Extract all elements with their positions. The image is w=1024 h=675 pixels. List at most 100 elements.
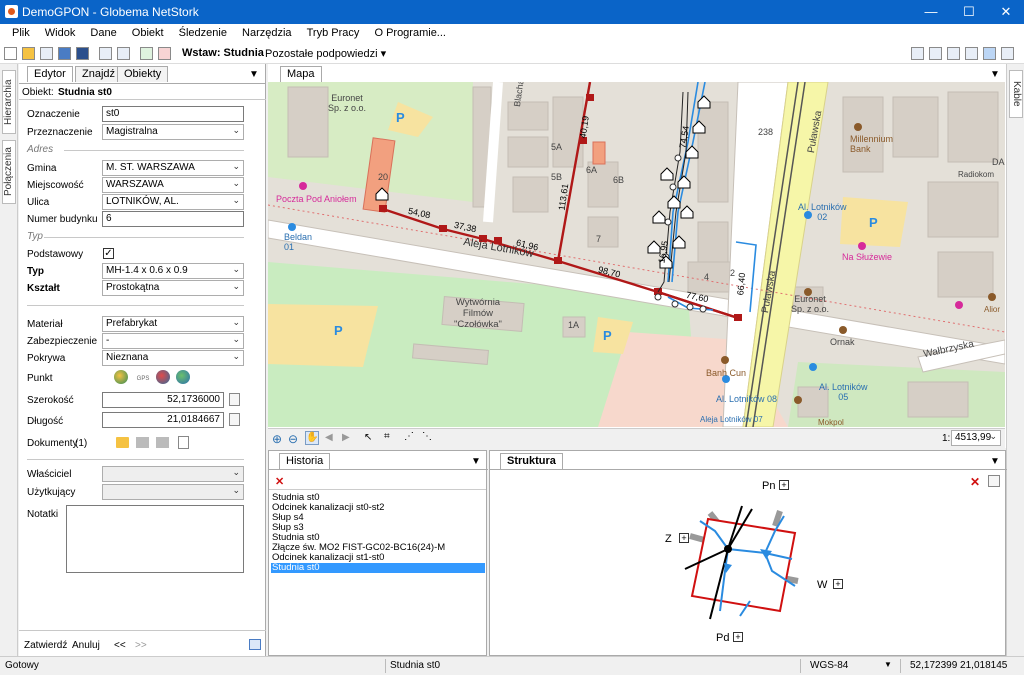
save-icon[interactable] (76, 47, 89, 60)
scale-select[interactable]: 4513,99 ⌄ (951, 430, 1001, 446)
minimize-button[interactable]: — (912, 0, 950, 24)
panel-layout-icon[interactable] (249, 639, 261, 650)
structure-menu-icon[interactable]: ▼ (990, 456, 1000, 467)
globe-clear-icon[interactable] (156, 370, 170, 384)
structure-preview-icon[interactable] (988, 475, 1000, 487)
menu-narzedzia[interactable]: Narzędzia (236, 24, 298, 39)
document-icon[interactable] (136, 437, 149, 448)
menu-dane[interactable]: Dane (84, 24, 122, 39)
next-button[interactable]: >> (135, 640, 147, 651)
hints-dropdown[interactable]: Pozostałe podpowiedzi ▾ (265, 47, 386, 60)
back-icon[interactable]: ◀ (325, 432, 333, 443)
panel-menu-icon[interactable]: ▼ (249, 69, 259, 80)
add-object-icon[interactable] (140, 47, 153, 60)
layout-icon-5[interactable] (983, 47, 996, 60)
expand-south-icon[interactable]: + (733, 632, 743, 642)
close-structure-icon[interactable]: ✕ (970, 475, 980, 489)
chevron-down-icon: ⌄ (232, 317, 240, 327)
gmina-select[interactable]: M. ST. WARSZAWA ⌄ (102, 160, 244, 176)
select-lasso-icon[interactable]: ⋱ (422, 431, 432, 442)
ksztalt-select[interactable]: Prostokątna ⌄ (102, 280, 244, 296)
podstawowy-checkbox[interactable]: ✓ (103, 248, 114, 259)
map-svg[interactable]: P P P P (268, 82, 1005, 427)
crs-dropdown-icon[interactable]: ▼ (884, 660, 892, 669)
clear-history-icon[interactable]: ✕ (275, 475, 284, 488)
copy-icon[interactable] (99, 47, 112, 60)
zoom-in-icon[interactable]: ⊕ (272, 432, 282, 446)
parking-p: P (396, 110, 405, 125)
zabezpieczenie-select[interactable]: - ⌄ (102, 333, 244, 349)
miejscowosc-select[interactable]: WARSZAWA ⌄ (102, 177, 244, 193)
chevron-down-icon: ⌄ (232, 125, 240, 135)
oznaczenie-field[interactable]: st0 (102, 106, 244, 122)
globe-map-icon[interactable] (176, 370, 190, 384)
add-document-icon[interactable] (178, 436, 189, 449)
dlugosc-field[interactable]: 21,0184667 (102, 412, 224, 428)
close-button[interactable]: ✕ (987, 0, 1024, 24)
tab-struktura[interactable]: Struktura (500, 453, 563, 469)
select-pointer-icon[interactable]: ↖ (364, 432, 372, 443)
paste-icon[interactable] (117, 47, 130, 60)
material-select[interactable]: Prefabrykat ⌄ (102, 316, 244, 332)
forward-icon[interactable]: ▶ (342, 432, 350, 443)
status-crs[interactable]: WGS-84 (810, 660, 848, 671)
uzytkujacy-select[interactable]: ⌄ (102, 484, 244, 500)
tab-obiekty[interactable]: Obiekty (117, 66, 169, 82)
delete-object-icon[interactable] (158, 47, 171, 60)
tab-polaczenia[interactable]: Połączenia (2, 140, 16, 204)
tab-historia[interactable]: Historia (279, 453, 331, 469)
menu-sledzenie[interactable]: Śledzenie (173, 24, 233, 39)
app-icon (5, 5, 18, 18)
ulica-select[interactable]: LOTNIKÓW, AL. ⌄ (102, 194, 244, 210)
map-menu-icon[interactable]: ▼ (990, 69, 1000, 80)
pan-hand-icon[interactable]: ✋ (305, 431, 319, 445)
pokrywa-select[interactable]: Nieznana ⌄ (102, 350, 244, 366)
tab-kable[interactable]: Kable (1009, 70, 1023, 118)
layout-icon-1[interactable] (911, 47, 924, 60)
copy-icon[interactable] (229, 413, 240, 426)
menu-plik[interactable]: Plik (6, 24, 36, 39)
tab-znajdz[interactable]: Znajdź (75, 66, 123, 82)
folder-open-icon[interactable] (116, 437, 129, 448)
numer-field[interactable]: 6 (102, 211, 244, 227)
menu-obiekt[interactable]: Obiekt (126, 24, 170, 39)
prev-button[interactable]: << (114, 640, 126, 651)
zoom-out-icon[interactable]: ⊖ (288, 432, 298, 446)
menu-tryb-pracy[interactable]: Tryb Pracy (301, 24, 366, 39)
notatki-field[interactable] (66, 505, 244, 573)
layout-icon-2[interactable] (929, 47, 942, 60)
zatwierdz-button[interactable]: Zatwierdź (24, 640, 67, 651)
map-canvas[interactable]: P P P P Euronet Sp. z o.o. Poczta Pod An… (268, 82, 1005, 427)
screen-icon[interactable] (58, 47, 71, 60)
layout-icon-3[interactable] (947, 47, 960, 60)
select-polygon-icon[interactable]: ⋰ (404, 431, 414, 442)
tab-hierarchia[interactable]: Hierarchia (2, 70, 16, 134)
tab-mapa[interactable]: Mapa (280, 66, 322, 82)
layout-icon-6[interactable] (1001, 47, 1014, 60)
open-folder-icon[interactable] (22, 47, 35, 60)
preview-icon[interactable] (40, 47, 53, 60)
select-area-icon[interactable]: ⌗ (384, 431, 390, 442)
maximize-button[interactable]: ☐ (950, 0, 988, 24)
parking-area-1 (268, 304, 378, 367)
expand-east-icon[interactable]: + (833, 579, 843, 589)
menu-o-programie[interactable]: O Programie... (368, 24, 452, 39)
map-label-nasluzewie: Na Służewie (842, 252, 893, 262)
new-icon[interactable] (4, 47, 17, 60)
history-item-selected[interactable]: Studnia st0 (271, 563, 485, 573)
expand-north-icon[interactable]: + (779, 480, 789, 490)
typ-section: Typ (27, 231, 43, 242)
gps-icon[interactable]: GPS (136, 368, 150, 384)
wlasciciel-select[interactable]: ⌄ (102, 466, 244, 482)
layout-icon-4[interactable] (965, 47, 978, 60)
przeznaczenie-select[interactable]: Magistralna ⌄ (102, 124, 244, 140)
typ-select[interactable]: MH-1.4 x 0.6 x 0.9 ⌄ (102, 263, 244, 279)
menu-widok[interactable]: Widok (39, 24, 82, 39)
tab-edytor[interactable]: Edytor (27, 66, 73, 82)
globe-locate-icon[interactable] (114, 370, 128, 384)
scan-icon[interactable] (156, 437, 169, 448)
szerokosc-field[interactable]: 52,1736000 (102, 392, 224, 408)
history-menu-icon[interactable]: ▼ (471, 456, 481, 467)
anuluj-button[interactable]: Anuluj (72, 640, 100, 651)
copy-icon[interactable] (229, 393, 240, 406)
